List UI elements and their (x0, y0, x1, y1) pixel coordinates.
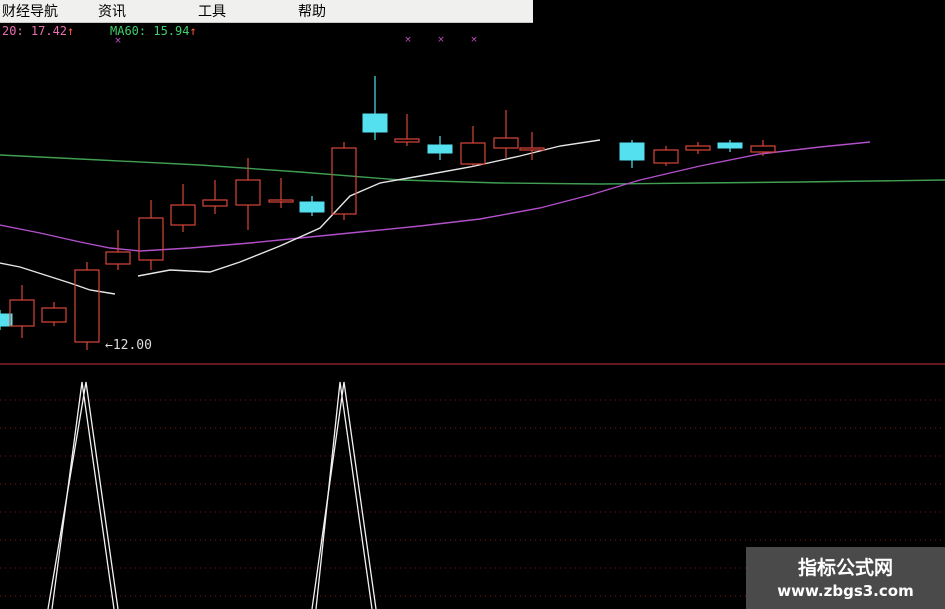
menu-item-finance-nav[interactable]: 财经导航 (0, 1, 64, 21)
candle-down (427, 144, 453, 154)
candle-up (170, 204, 196, 226)
candle-up (460, 142, 486, 165)
ma60-line (0, 154, 945, 185)
candle-down (619, 142, 645, 161)
candle-down (362, 113, 388, 133)
ma60-readout: MA60: 15.94↑ (110, 24, 197, 38)
menu-bar: 财经导航 资讯 工具 帮助 (0, 0, 533, 23)
ma20-readout: 20: 17.42↑ (2, 24, 74, 38)
ma5-line (137, 139, 601, 277)
indicator-spike (51, 381, 115, 609)
indicator-spike (47, 381, 119, 609)
ma20-value: 20: 17.42 (2, 24, 68, 38)
watermark-brand: 指标公式网 (797, 557, 893, 579)
candle-up (9, 299, 35, 327)
candle-up (653, 149, 679, 164)
indicator-spike (315, 381, 373, 609)
candle-up (138, 217, 164, 261)
ma5-line (0, 262, 116, 295)
candle-down (717, 142, 743, 149)
candle-up (493, 137, 519, 149)
candle-up (41, 307, 67, 323)
candle-up (750, 145, 776, 153)
ma60-value: MA60: 15.94 (110, 24, 190, 38)
ma20-up-arrow-icon: ↑ (67, 24, 75, 38)
cross-mark: × (404, 35, 412, 45)
kline-chart[interactable]: × × × ×←12.00 (0, 0, 945, 609)
candle-up (235, 179, 261, 206)
menu-item-help[interactable]: 帮助 (292, 1, 332, 21)
menu-item-news[interactable]: 资讯 (92, 1, 132, 21)
candle-up (105, 251, 131, 265)
candle-up (74, 269, 100, 343)
candle-up (685, 145, 711, 151)
cross-mark: × (470, 35, 478, 45)
candle-down (299, 201, 325, 213)
watermark-url: www.zbgs3.com (777, 582, 914, 600)
indicator-spike (311, 381, 377, 609)
ma60-up-arrow-icon: ↑ (189, 24, 197, 38)
watermark-badge: 指标公式网 www.zbgs3.com (746, 547, 945, 609)
candle-up (519, 147, 545, 151)
cross-mark: × (437, 35, 445, 45)
menu-item-tools[interactable]: 工具 (192, 1, 232, 21)
ma20-line (0, 141, 871, 252)
candle-up (331, 147, 357, 215)
low-price-label: ←12.00 (105, 338, 152, 353)
candle-up (394, 138, 420, 143)
candle-up (202, 199, 228, 207)
